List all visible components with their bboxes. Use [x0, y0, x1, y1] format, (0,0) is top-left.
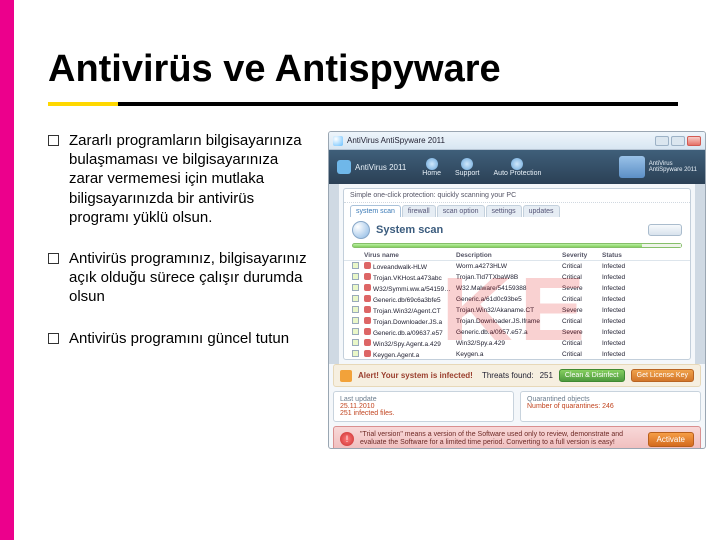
warning-icon	[340, 370, 352, 382]
th-stat: Status	[602, 252, 638, 259]
center-panel: Simple one-click protection: quickly sca…	[343, 188, 691, 360]
close-button[interactable]	[687, 136, 701, 146]
infected-value: 251 infected files.	[340, 410, 507, 417]
last-update-value: 25.11.2010	[340, 403, 507, 410]
search-icon	[352, 221, 370, 239]
last-update-label: Last update	[340, 396, 507, 403]
title-rule	[48, 95, 706, 113]
th-desc: Description	[456, 252, 558, 259]
brand-left: AntiVirus 2011	[337, 160, 406, 174]
bullet-text: Zararlı programların bilgisayarınıza bul…	[69, 131, 314, 227]
alert-bar: Alert! Your system is infected! Threats …	[333, 364, 701, 387]
maximize-button[interactable]	[671, 136, 685, 146]
tab-bar: system scan firewall scan option setting…	[344, 203, 690, 217]
tab-scan-option[interactable]: scan option	[437, 205, 485, 217]
scan-header: System scan	[344, 217, 690, 241]
table-body: KE Loveandwalk-HLWWorm.a4273HLWCriticalI…	[344, 261, 690, 359]
threats-label: Threats found:	[482, 371, 534, 380]
nav-label: Auto Protection	[494, 170, 542, 177]
nav-autoprotect[interactable]: Auto Protection	[494, 158, 542, 177]
slide-content: Antivirüs ve Antispyware Zararlı program…	[48, 48, 706, 526]
list-item: Antivirüs programınız, bilgisayarınız aç…	[48, 249, 314, 307]
threats-value: 251	[540, 371, 553, 380]
brand-right-line2: AntiSpyware 2011	[649, 167, 697, 173]
bullet-text: Antivirüs programınız, bilgisayarınız aç…	[69, 249, 314, 307]
pause-button[interactable]	[648, 224, 682, 236]
top-nav: Home Support Auto Protection	[422, 158, 541, 177]
nav-support[interactable]: Support	[455, 158, 480, 177]
app-window: AntiVirus AntiSpyware 2011 AntiVirus 201…	[328, 131, 706, 449]
rule-accent	[48, 102, 118, 106]
fake-watermark: KE	[344, 261, 690, 359]
brand-right-icon	[619, 156, 645, 178]
home-icon	[426, 158, 438, 170]
trial-text: "Trial version" means a version of the S…	[360, 431, 642, 447]
card-quarantine: Quarantined objects Number of quarantine…	[520, 391, 701, 422]
brand-right-text: AntiVirus AntiSpyware 2011	[649, 161, 697, 173]
minimize-button[interactable]	[655, 136, 669, 146]
brand-right: AntiVirus AntiSpyware 2011	[619, 156, 697, 178]
quarantine-label: Quarantined objects	[527, 396, 694, 403]
slide: Antivirüs ve Antispyware Zararlı program…	[0, 0, 720, 540]
nav-label: Home	[422, 170, 441, 177]
trial-banner: ! "Trial version" means a version of the…	[333, 426, 701, 449]
watermark-text: KE	[442, 261, 593, 359]
info-cards: Last update 25.11.2010 251 infected file…	[329, 391, 705, 426]
bullet-marker	[48, 333, 59, 344]
bullet-text: Antivirüs programını güncel tutun	[69, 329, 289, 348]
table-header: Virus name Description Severity Status	[344, 251, 690, 261]
columns: Zararlı programların bilgisayarınıza bul…	[48, 131, 706, 449]
progress-bar	[352, 243, 682, 248]
tab-updates[interactable]: updates	[523, 205, 560, 217]
tab-settings[interactable]: settings	[486, 205, 522, 217]
list-item: Zararlı programların bilgisayarınıza bul…	[48, 131, 314, 227]
screenshot-column: AntiVirus AntiSpyware 2011 AntiVirus 201…	[328, 131, 706, 449]
bullet-list: Zararlı programların bilgisayarınıza bul…	[48, 131, 314, 449]
brand-left-icon	[337, 160, 351, 174]
th-name: Virus name	[364, 252, 452, 259]
window-titlebar: AntiVirus AntiSpyware 2011	[329, 132, 705, 150]
bullet-marker	[48, 135, 59, 146]
support-icon	[461, 158, 473, 170]
nav-label: Support	[455, 170, 480, 177]
tab-system-scan[interactable]: system scan	[350, 205, 401, 217]
app-body: Simple one-click protection: quickly sca…	[329, 184, 705, 364]
right-gutter	[695, 184, 705, 364]
alert-icon: !	[340, 432, 354, 446]
bullet-marker	[48, 253, 59, 264]
scan-title: System scan	[376, 224, 443, 236]
license-button[interactable]: Get License Key	[631, 369, 694, 382]
brand-bar: AntiVirus 2011 Home Support Auto Protect…	[329, 150, 705, 184]
app-icon	[333, 136, 343, 146]
quarantine-value: Number of quarantines: 246	[527, 403, 694, 410]
breadcrumb: Simple one-click protection: quickly sca…	[344, 189, 690, 203]
accent-bar	[0, 0, 14, 540]
page-title: Antivirüs ve Antispyware	[48, 48, 706, 91]
brand-left-label: AntiVirus 2011	[355, 163, 406, 172]
left-gutter	[329, 184, 339, 364]
alert-text: Alert! Your system is infected!	[358, 371, 476, 380]
window-controls	[655, 136, 701, 146]
th-sev: Severity	[562, 252, 598, 259]
rule-line	[118, 102, 678, 106]
nav-home[interactable]: Home	[422, 158, 441, 177]
shield-icon	[511, 158, 523, 170]
tab-firewall[interactable]: firewall	[402, 205, 436, 217]
clean-button[interactable]: Clean & Disinfect	[559, 369, 625, 382]
activate-button[interactable]: Activate	[648, 432, 694, 447]
card-last-update: Last update 25.11.2010 251 infected file…	[333, 391, 514, 422]
list-item: Antivirüs programını güncel tutun	[48, 329, 314, 348]
window-title: AntiVirus AntiSpyware 2011	[347, 136, 445, 145]
